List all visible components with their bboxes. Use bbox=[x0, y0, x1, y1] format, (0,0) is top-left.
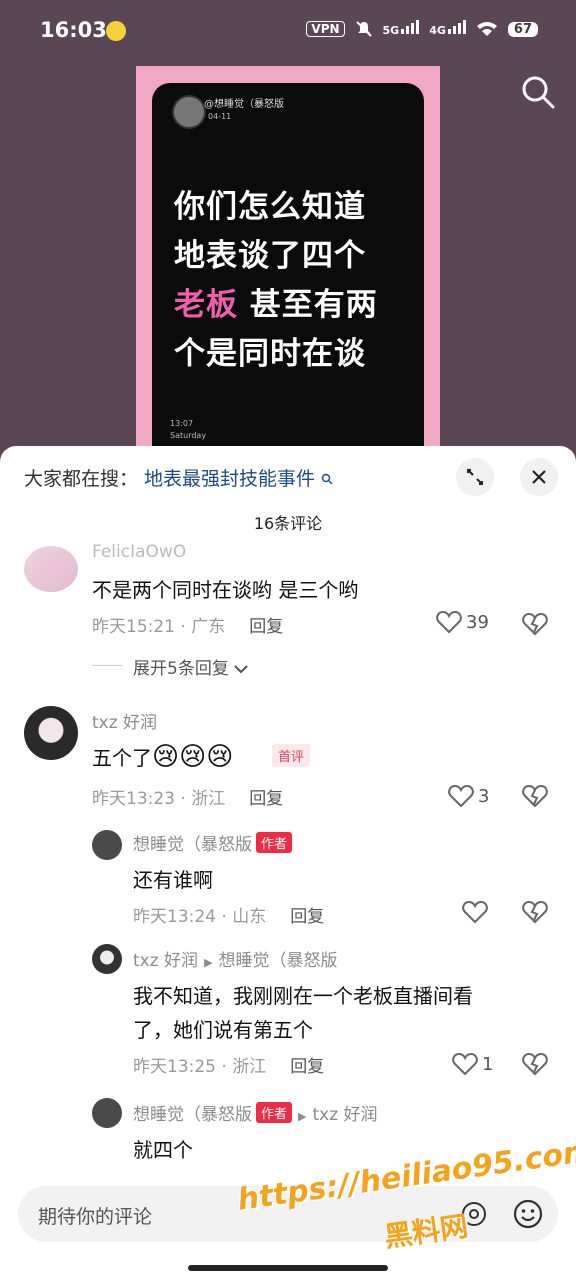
video-username: @想睡觉（暴怒版 bbox=[204, 99, 284, 110]
crying-emoji-icon: 😢😢😢 bbox=[152, 742, 234, 772]
dislike-icon[interactable] bbox=[522, 900, 548, 924]
comment-placeholder: 期待你的评论 bbox=[38, 1206, 153, 1228]
reply-button[interactable]: 回复 bbox=[290, 1057, 324, 1077]
like-button[interactable]: 3 bbox=[448, 784, 489, 808]
comment-text: 不是两个同时在谈哟 是三个哟 bbox=[92, 578, 359, 602]
author-avatar bbox=[172, 95, 206, 129]
search-icon[interactable] bbox=[520, 74, 556, 110]
avatar[interactable] bbox=[24, 546, 78, 592]
comment-count: 16条评论 bbox=[253, 514, 323, 533]
expand-divider bbox=[92, 665, 122, 666]
comment-meta: 昨天15:21 · 广东 回复 bbox=[92, 617, 284, 637]
video-day: Saturday bbox=[170, 431, 207, 440]
reply-arrow-icon: ▶ bbox=[298, 1110, 307, 1123]
comment-meta: 昨天13:23 · 浙江 回复 bbox=[92, 789, 284, 809]
trending-label: 大家都在搜： bbox=[24, 468, 139, 490]
heart-icon bbox=[452, 1052, 478, 1076]
video-date: 04-11 bbox=[208, 112, 232, 121]
reply-nickname[interactable]: txz 好润 ▶ 想睡觉（暴怒版 bbox=[133, 946, 338, 971]
video-text-line-1: 你们怎么知道 bbox=[174, 189, 366, 225]
reply-text-line-2: 了，她们说有第五个 bbox=[133, 1018, 313, 1042]
signal-4g-icon: 4G bbox=[429, 20, 466, 38]
like-button[interactable]: 1 bbox=[452, 1052, 493, 1076]
video-text-line-4: 个是同时在谈 bbox=[174, 336, 366, 372]
chevron-down-icon bbox=[234, 665, 248, 674]
reply-arrow-icon: ▶ bbox=[204, 956, 213, 969]
reply-text-line-1: 我不知道，我刚刚在一个老板直播间看 bbox=[133, 984, 473, 1008]
video-card: @想睡觉（暴怒版 04-11 你们怎么知道 地表谈了四个 老板 甚至有两 个是同… bbox=[152, 83, 424, 456]
heart-icon[interactable] bbox=[462, 900, 488, 924]
status-time: 16:03 bbox=[40, 18, 107, 42]
expand-button[interactable] bbox=[456, 458, 494, 496]
reply-meta: 昨天13:25 · 浙江 回复 bbox=[133, 1057, 325, 1077]
emoji-icon[interactable] bbox=[512, 1198, 544, 1230]
trending-link[interactable]: 地表最强封技能事件 bbox=[144, 468, 315, 490]
reply-button[interactable]: 回复 bbox=[249, 789, 283, 809]
video-text-line-2: 地表谈了四个 bbox=[174, 238, 366, 274]
expand-replies-button[interactable]: 展开5条回复 bbox=[133, 654, 248, 679]
dislike-icon[interactable] bbox=[522, 1052, 548, 1076]
battery-icon: 67 bbox=[507, 21, 538, 37]
reply-nickname[interactable]: 想睡觉（暴怒版 作者 bbox=[133, 830, 293, 855]
status-bar: 16:03 VPN 5G 4G 67 bbox=[0, 0, 576, 62]
like-button[interactable]: 39 bbox=[436, 610, 489, 634]
author-badge: 作者 bbox=[256, 1102, 293, 1123]
reply-meta: 昨天13:24 · 山东 回复 bbox=[133, 907, 325, 927]
avatar[interactable] bbox=[92, 1098, 122, 1128]
reply-text: 还有谁啊 bbox=[133, 868, 213, 892]
comment-nickname[interactable]: txz 好润 bbox=[92, 708, 157, 733]
search-small-icon bbox=[321, 473, 333, 485]
video-text-line-3: 老板 甚至有两 bbox=[174, 287, 378, 323]
status-icons: VPN 5G 4G 67 bbox=[306, 20, 538, 38]
avatar[interactable] bbox=[92, 830, 122, 860]
reply-button[interactable]: 回复 bbox=[249, 617, 283, 637]
close-button[interactable] bbox=[520, 458, 558, 496]
reply-button[interactable]: 回复 bbox=[290, 907, 324, 927]
wifi-icon bbox=[476, 22, 497, 36]
reply-text: 就四个 bbox=[133, 1138, 193, 1162]
video-time: 13:07 bbox=[170, 419, 194, 428]
dislike-icon[interactable] bbox=[522, 612, 548, 636]
avatar[interactable] bbox=[92, 944, 122, 974]
comment-text: 五个了😢😢😢 bbox=[92, 742, 234, 772]
dislike-icon[interactable] bbox=[522, 784, 548, 808]
trending-search: 大家都在搜： 地表最强封技能事件 bbox=[24, 464, 333, 491]
home-indicator[interactable] bbox=[188, 1265, 388, 1271]
heart-icon bbox=[448, 784, 474, 808]
signal-5g-icon: 5G bbox=[383, 20, 420, 38]
app-notification-icon bbox=[106, 21, 126, 41]
comment-nickname[interactable]: FelicIaOwO bbox=[92, 542, 186, 562]
close-icon bbox=[532, 470, 546, 484]
mute-icon bbox=[355, 21, 372, 37]
heart-icon bbox=[436, 610, 462, 634]
first-comment-badge: 首评 bbox=[272, 744, 311, 767]
author-badge: 作者 bbox=[256, 832, 293, 853]
reply-nickname[interactable]: 想睡觉（暴怒版 作者 ▶ txz 好润 bbox=[133, 1100, 378, 1125]
expand-icon bbox=[467, 469, 483, 485]
video-preview[interactable]: @想睡觉（暴怒版 04-11 你们怎么知道 地表谈了四个 老板 甚至有两 个是同… bbox=[136, 66, 440, 456]
vpn-icon: VPN bbox=[306, 21, 345, 37]
avatar[interactable] bbox=[24, 706, 78, 760]
